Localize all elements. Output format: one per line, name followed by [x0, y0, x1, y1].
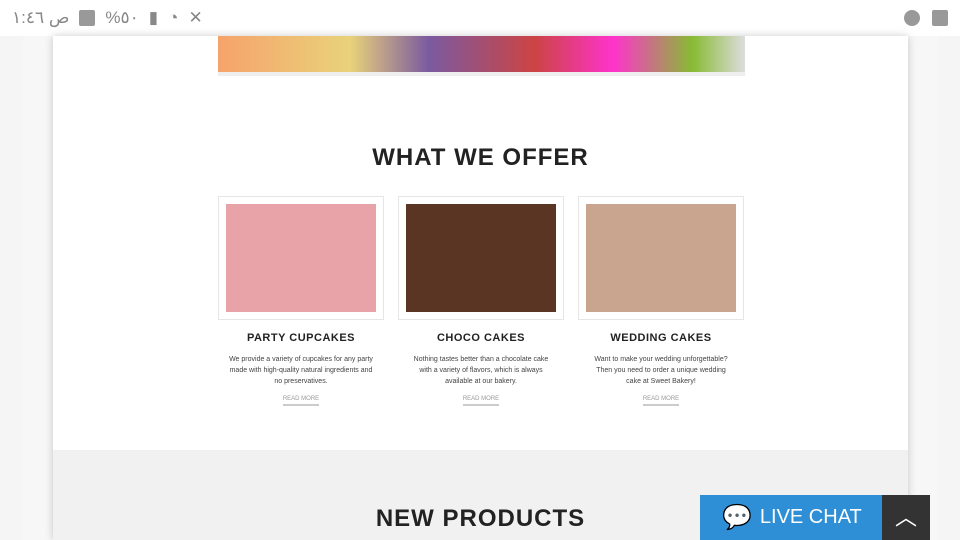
card-text: We provide a variety of cupcakes for any… [229, 356, 373, 385]
card-image[interactable] [218, 196, 384, 320]
scroll-top-button[interactable]: ︿ [882, 495, 930, 540]
image-icon [932, 10, 948, 26]
card-title: WEDDING CAKES [610, 332, 712, 344]
section-title: WHAT WE OFFER [372, 144, 589, 171]
mute-icon: ✕ [188, 8, 203, 27]
clock: ص ١:٤٦ [12, 8, 70, 27]
alert-icon [904, 10, 920, 26]
banner-image [218, 36, 745, 76]
website: WHAT WE OFFER PARTY CUPCAKES We provide a… [53, 36, 908, 540]
card-image[interactable] [578, 196, 744, 320]
card-title: PARTY CUPCAKES [246, 332, 356, 344]
read-more-link[interactable]: READ MORE [462, 396, 500, 406]
card-title: CHOCO CAKES [436, 332, 525, 344]
offer-card: CHOCO CAKES Nothing tastes better than a … [398, 196, 564, 406]
card-text: Want to make your wedding unforgettable?… [594, 356, 728, 385]
status-bar: ص ١:٤٦ %٥٠ ▮ ◔ ✕ [0, 0, 960, 36]
chevron-up-icon: ︿ [894, 505, 917, 530]
browser-page: WHAT WE OFFER PARTY CUPCAKES We provide a… [23, 36, 938, 540]
offer-card: PARTY CUPCAKES We provide a variety of cu… [218, 196, 384, 406]
signal-icon: ▮ [148, 8, 159, 27]
wifi-icon: ◔ [168, 8, 179, 27]
offer-card: WEDDING CAKES Want to make your wedding u… [578, 196, 744, 406]
chat-bubble-icon: 💬 [722, 504, 752, 531]
read-more-link[interactable]: READ MORE [642, 396, 680, 406]
live-chat-button[interactable]: 💬 LIVE CHAT [700, 495, 882, 540]
battery-icon [79, 10, 96, 26]
card-text: Nothing tastes better than a chocolate c… [413, 356, 549, 385]
read-more-link[interactable]: READ MORE [282, 396, 320, 406]
battery-level: %٥٠ [105, 8, 139, 27]
card-image[interactable] [398, 196, 564, 320]
